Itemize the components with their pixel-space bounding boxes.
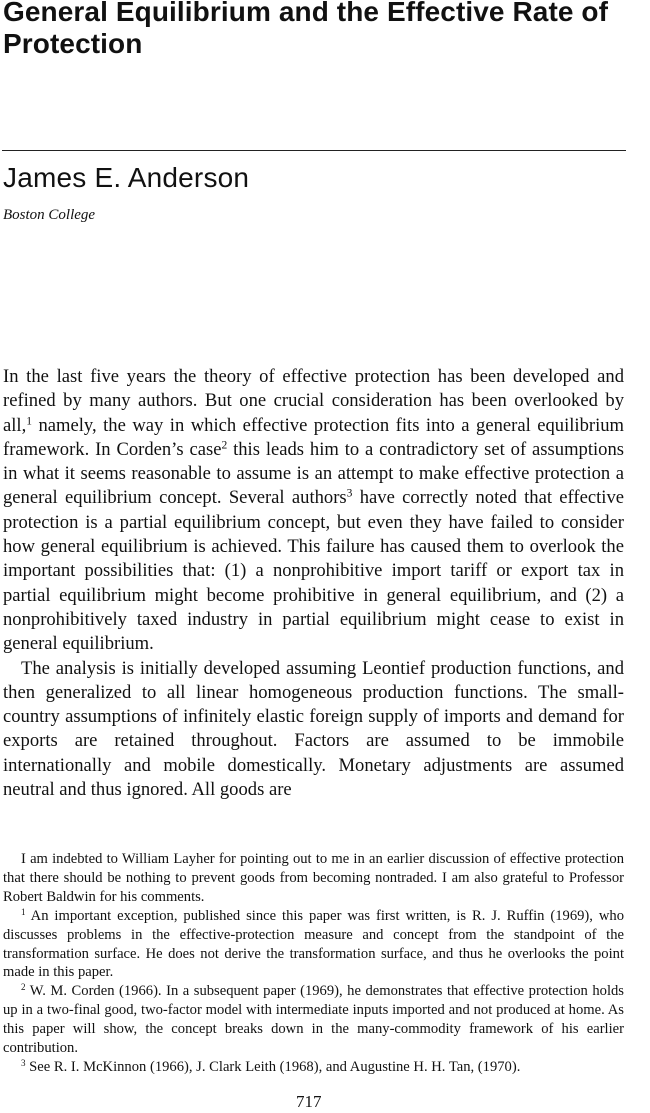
footnote-text: W. M. Corden (1966). In a subsequent pap… [3,983,624,1057]
title-rule [2,150,626,151]
footnote-text: See R. I. McKinnon (1966), J. Clark Leit… [25,1058,521,1075]
footnote-3: 3 See R. I. McKinnon (1966), J. Clark Le… [3,1058,624,1077]
journal-page: General Equilibrium and the Effective Ra… [0,0,650,1113]
footnote-text: An important exception, published since … [3,907,624,981]
author-name: James E. Anderson [3,162,250,193]
article-title: General Equilibrium and the Effective Ra… [3,0,609,59]
body-paragraph-2: The analysis is initially developed assu… [3,657,624,801]
body-paragraph-1: In the last five years the theory of eff… [3,365,624,657]
page-number: 717 [296,1092,322,1111]
body-text: In the last five years the theory of eff… [3,365,624,802]
author-affiliation: Boston College [3,207,96,223]
footnote-1: 1 An important exception, published sinc… [3,907,624,983]
footnotes: I am indebted to William Layher for poin… [3,850,624,1077]
acknowledgement-note: I am indebted to William Layher for poin… [3,851,624,905]
body-text-run: have correctly noted that effective prot… [3,487,624,655]
footnote-2: 2 W. M. Corden (1966). In a subsequent p… [3,982,624,1058]
